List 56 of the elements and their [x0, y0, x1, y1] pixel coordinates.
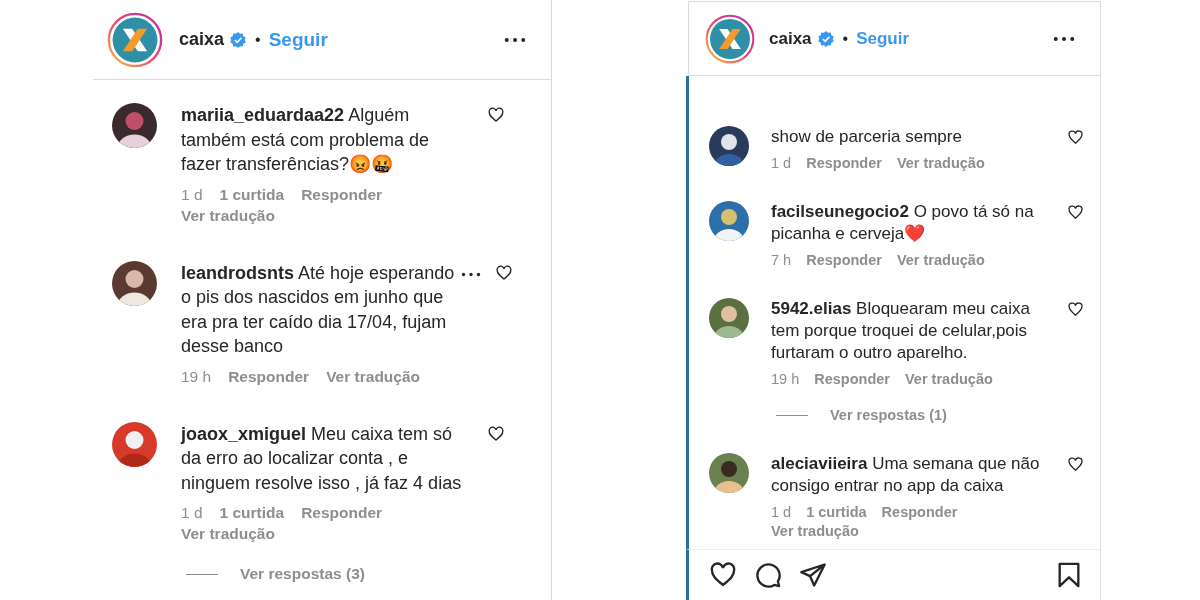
account-name[interactable]: caixa: [179, 29, 225, 50]
comment-time: 19 h: [181, 367, 212, 386]
comment-text: 5942.elias Bloquearam meu caixa tem porque troquei de celular,pois furtaram o outro aparelho.: [771, 298, 1031, 364]
like-heart-icon[interactable]: [487, 106, 505, 124]
reply-link[interactable]: Responder: [881, 504, 958, 520]
separator-dot: •: [842, 29, 849, 48]
comment-text: mariia_eduardaa22 Alguém também está com problema de fazer transferências?😡🤬: [181, 104, 431, 176]
translate-link[interactable]: Ver tradução: [896, 252, 985, 268]
like-heart-icon[interactable]: [495, 263, 513, 282]
translate-link[interactable]: Ver tradução: [771, 523, 859, 539]
like-heart-icon[interactable]: [1067, 456, 1084, 473]
reply-link[interactable]: Responder: [301, 504, 383, 522]
share-send-icon[interactable]: [799, 561, 827, 589]
like-heart-icon[interactable]: [1067, 204, 1084, 221]
translate-link[interactable]: Ver tradução: [326, 367, 421, 386]
comment-time: 7 h: [771, 252, 792, 268]
comment-time: 19 h: [771, 371, 800, 387]
more-options-icon[interactable]: [1053, 35, 1075, 42]
likes-link[interactable]: 1 curtida: [806, 504, 867, 520]
translate-link[interactable]: Ver tradução: [905, 371, 993, 387]
like-heart-icon[interactable]: [709, 561, 737, 589]
translate-link[interactable]: Ver tradução: [181, 525, 275, 543]
separator-dot: •: [255, 30, 261, 49]
follow-link[interactable]: Seguir: [856, 28, 910, 49]
more-options-icon[interactable]: [504, 36, 526, 43]
account-name[interactable]: caixa: [769, 28, 812, 49]
translate-link[interactable]: Ver tradução: [181, 206, 275, 225]
comment-text: leandrodsnts Até hoje esperando o pis dos nascidos em junho que era pra ter caído dia 17/04, fujam desse banco: [181, 261, 456, 358]
comment-text: aleciaviieira Uma semana que não consigo entrar no app da caixa: [771, 453, 1041, 497]
comment-text: facilseunegocio2 O povo tá só na picanha e cerveja❤: [771, 201, 1035, 245]
reply-link[interactable]: Responder: [806, 252, 882, 268]
comment-time: 1 d: [181, 504, 203, 522]
comment-time: 1 d: [771, 155, 792, 171]
more-options-icon[interactable]: [461, 271, 481, 277]
comment-text: show de parceria sempre: [771, 126, 963, 148]
like-heart-icon[interactable]: [487, 424, 505, 443]
like-heart-icon[interactable]: [1067, 129, 1084, 146]
caixa-logo-icon[interactable]: [107, 11, 163, 68]
likes-link[interactable]: 1 curtida: [219, 504, 285, 522]
comment-time: 1 d: [771, 504, 792, 520]
follow-link[interactable]: Seguir: [268, 28, 328, 51]
reply-link[interactable]: Responder: [814, 371, 890, 387]
reply-link[interactable]: Responder: [806, 155, 882, 171]
view-replies-link[interactable]: Ver respostas (3): [240, 565, 365, 583]
reply-link[interactable]: Responder: [228, 367, 310, 386]
like-heart-icon[interactable]: [1067, 301, 1084, 318]
likes-link[interactable]: 1 curtida: [219, 185, 285, 204]
reply-link[interactable]: Responder: [301, 185, 383, 204]
comment-bubble-icon[interactable]: [754, 561, 782, 589]
comment-time: 1 d: [181, 185, 203, 204]
comment-text: joaox_xmiguel Meu caixa tem só da erro ao localizar conta , e ninguem resolve isso , já faz 4 dias: [181, 422, 463, 495]
translate-link[interactable]: Ver tradução: [896, 155, 985, 171]
verified-badge-icon: [229, 30, 248, 49]
verified-badge-icon: [816, 29, 835, 48]
view-replies-link[interactable]: Ver respostas (1): [830, 407, 947, 423]
caixa-logo-icon[interactable]: [705, 13, 755, 64]
